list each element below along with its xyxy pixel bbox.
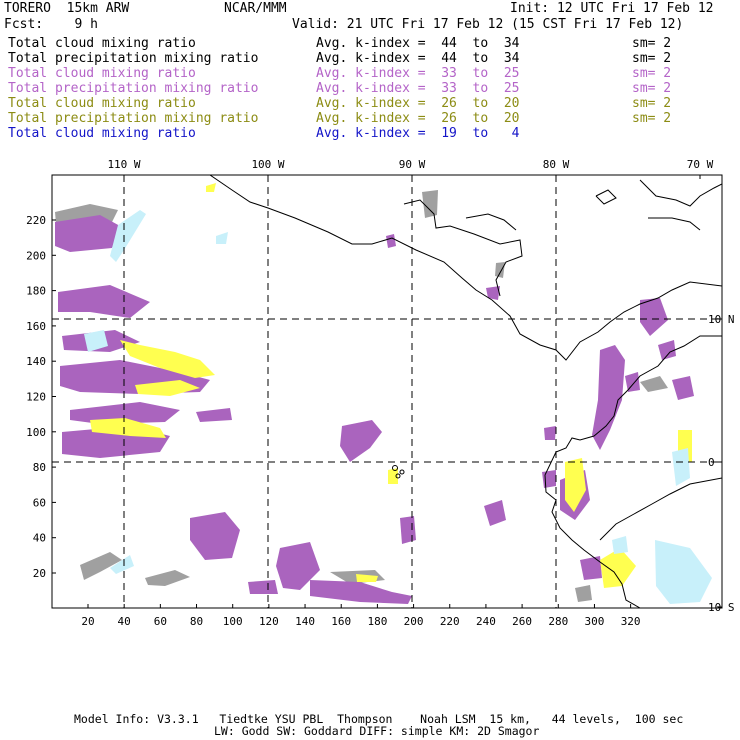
longitude-label-1: 110 W [107,158,140,171]
longitude-label-5: 70 W [687,158,714,171]
y-tick-label-100: 100 [26,426,46,439]
purple-cloud-patch-34 [544,426,556,440]
x-tick-label-220: 220 [440,615,460,628]
x-tick-label-60: 60 [154,615,167,628]
y-tick-label-200: 200 [26,249,46,262]
y-tick-label-40: 40 [33,532,46,545]
x-tick-label-120: 120 [259,615,279,628]
latitude-label-2: 0 [708,456,715,469]
y-tick-label-60: 60 [33,496,46,509]
longitude-label-2: 100 W [251,158,284,171]
gray-cloud-patch-8 [575,585,592,602]
x-tick-label-140: 140 [295,615,315,628]
y-tick-label-120: 120 [26,391,46,404]
y-tick-label-80: 80 [33,461,46,474]
x-tick-label-200: 200 [404,615,424,628]
x-tick-label-40: 40 [118,615,131,628]
y-tick-label-20: 20 [33,567,46,580]
x-tick-label-20: 20 [81,615,94,628]
footer-physics-info: LW: Godd SW: Goddard DIFF: simple KM: 2D… [214,724,540,738]
x-tick-label-260: 260 [512,615,532,628]
x-tick-label-320: 320 [621,615,641,628]
y-tick-label-140: 140 [26,355,46,368]
x-tick-label-180: 180 [367,615,387,628]
x-tick-label-240: 240 [476,615,496,628]
longitude-label-4: 80 W [543,158,570,171]
x-tick-label-80: 80 [190,615,203,628]
y-tick-label-180: 180 [26,285,46,298]
forecast-map: 110 W 100 W 90 W 80 W 70 W10 N010 S20 40 60 80 1… [26,158,734,628]
purple-cloud-patch-28 [580,556,602,580]
longitude-label-3: 90 W [399,158,426,171]
purple-cloud-patch-21 [248,580,278,594]
x-tick-label-100: 100 [223,615,243,628]
x-tick-label-160: 160 [331,615,351,628]
y-tick-label-220: 220 [26,214,46,227]
purple-cloud-patch-22 [400,516,416,544]
x-tick-label-280: 280 [548,615,568,628]
purple-cloud-patch-30 [542,470,556,488]
x-tick-label-300: 300 [585,615,605,628]
y-tick-label-160: 160 [26,320,46,333]
